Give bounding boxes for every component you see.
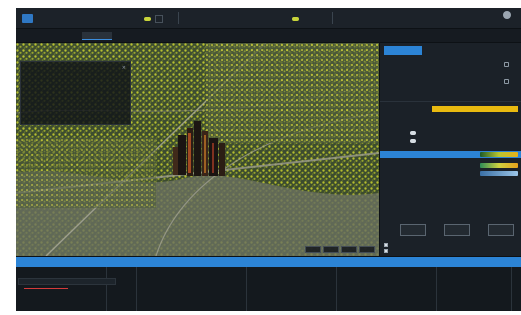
panel-tab-2[interactable]: [432, 46, 470, 55]
timeline-tick: [136, 267, 137, 311]
app-title: [38, 15, 123, 21]
info-row: [25, 82, 128, 88]
checkbox[interactable]: [384, 243, 388, 247]
tab-2[interactable]: [54, 32, 76, 40]
panel-divider: [380, 101, 521, 102]
info-row: [25, 89, 128, 95]
info-row: [25, 103, 128, 109]
timeline-tick: [436, 267, 437, 311]
map-control-2[interactable]: [323, 246, 339, 253]
info-row: [25, 117, 128, 123]
map-control-1[interactable]: [305, 246, 321, 253]
timeline-header: [16, 257, 521, 267]
toolbar-divider: [178, 12, 179, 24]
tab-3-active[interactable]: [82, 32, 112, 40]
toggle-box-icon: [155, 15, 163, 23]
color-ramp[interactable]: [480, 171, 518, 176]
info-row: [25, 75, 128, 81]
map-control-4[interactable]: [359, 246, 375, 253]
prop-toggle[interactable]: [410, 131, 416, 135]
timeline-progress-line: [24, 288, 68, 289]
map-control-3[interactable]: [341, 246, 357, 253]
timeline-track[interactable]: [18, 278, 116, 285]
info-row: [25, 110, 128, 116]
analysis-icon: [292, 17, 299, 21]
app-logo-icon: [22, 14, 33, 23]
checkbox[interactable]: [384, 249, 388, 253]
timeline-panel[interactable]: [16, 256, 521, 311]
action-button-2[interactable]: [444, 224, 470, 236]
feature-info-panel: ×: [20, 61, 131, 125]
action-button-1[interactable]: [400, 224, 426, 236]
layer-select[interactable]: [432, 106, 518, 112]
toolbar-toggle-button[interactable]: [144, 15, 163, 23]
color-ramp[interactable]: [480, 152, 518, 157]
user-avatar-icon[interactable]: [503, 11, 511, 19]
view-tabs: [16, 29, 521, 43]
settings-icon[interactable]: [504, 62, 509, 67]
panel-tab-1[interactable]: [384, 46, 422, 55]
color-ramp[interactable]: [480, 163, 518, 168]
timeline-tick: [246, 267, 247, 311]
close-icon[interactable]: ×: [122, 65, 126, 71]
timeline-tick: [336, 267, 337, 311]
map-viewport[interactable]: ×: [16, 43, 379, 256]
timeline-tick: [106, 267, 107, 311]
refresh-icon[interactable]: [504, 79, 509, 84]
properties-panel: [379, 43, 521, 256]
info-row: [25, 96, 128, 102]
panel-tab-3[interactable]: [478, 46, 516, 55]
action-button-3[interactable]: [488, 224, 514, 236]
toolbar-divider: [332, 12, 333, 24]
prop-toggle[interactable]: [410, 139, 416, 143]
top-toolbar: [16, 8, 521, 29]
toggle-icon: [144, 17, 151, 21]
tab-1[interactable]: [24, 32, 46, 40]
toolbar-analysis-button[interactable]: [292, 15, 301, 23]
timeline-tick: [511, 267, 512, 311]
app-window: ×: [16, 8, 521, 311]
tab-4[interactable]: [118, 32, 140, 40]
